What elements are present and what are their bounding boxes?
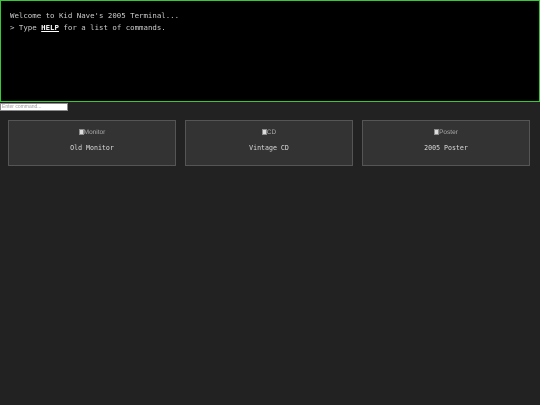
poster-image: Poster [363,129,529,136]
gallery-card-monitor: Monitor Old Monitor [8,120,176,166]
cd-image-alt: CD [266,129,277,136]
gallery-card-label: 2005 Poster [424,144,468,152]
monitor-image-alt: Monitor [83,129,106,136]
gallery-card-label: Old Monitor [70,144,114,152]
terminal-welcome-line: Welcome to Kid Nave's 2005 Terminal... [10,11,180,20]
monitor-image: Monitor [9,129,175,136]
terminal-hint-suffix: for a list of commands. [58,23,166,32]
gallery-card-poster: Poster 2005 Poster [362,120,530,166]
terminal-output: Welcome to Kid Nave's 2005 Terminal... >… [0,0,540,102]
terminal-hint-command: HELP [41,23,59,32]
gallery-card-cd: CD Vintage CD [185,120,353,166]
terminal-hint-line: > Type HELP for a list of commands. [10,22,166,35]
cd-image: CD [186,129,352,136]
terminal-hint-prefix: > Type [10,23,42,32]
command-input[interactable] [0,103,68,111]
gallery-card-label: Vintage CD [249,144,289,152]
poster-image-alt: Poster [439,129,458,136]
